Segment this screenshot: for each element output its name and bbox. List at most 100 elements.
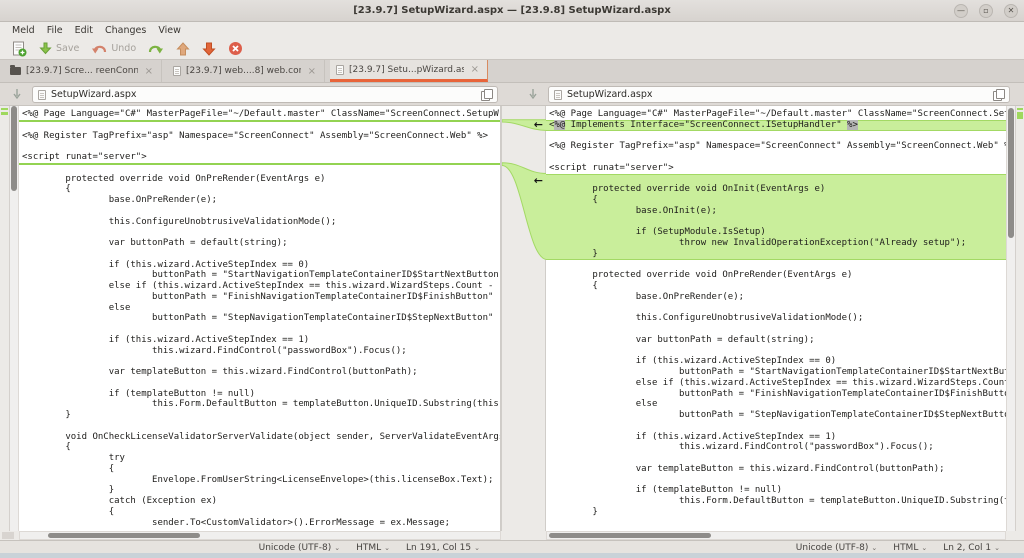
copy-icon[interactable] xyxy=(481,89,492,100)
undo-button[interactable]: Undo xyxy=(85,40,142,57)
previous-change-button[interactable] xyxy=(170,40,196,58)
code-line xyxy=(546,346,1006,357)
code-line: Envelope.FromUserString<LicenseEnvelope>… xyxy=(19,475,500,486)
code-line: { xyxy=(19,184,500,195)
tab-close-icon[interactable]: × xyxy=(306,66,318,77)
code-line: base.OnPreRender(e); xyxy=(19,195,500,206)
code-line: } xyxy=(19,485,500,496)
code-line xyxy=(546,303,1006,314)
left-code-pane[interactable]: <%@ Page Language="C#" MasterPageFile="~… xyxy=(19,106,501,531)
folder-icon xyxy=(10,67,21,75)
left-horizontal-scrollbar[interactable] xyxy=(19,531,501,540)
desktop-panel-edge xyxy=(0,553,1024,558)
right-horizontal-scrollbar[interactable] xyxy=(546,531,1006,540)
code-line: this.wizard.FindControl("passwordBox").F… xyxy=(546,442,1006,453)
right-diff-map[interactable] xyxy=(1015,106,1024,531)
tab-close-icon[interactable]: × xyxy=(469,64,481,75)
right-file-entry[interactable]: SetupWizard.aspx xyxy=(548,86,1010,103)
tab-screenconnect-folder[interactable]: [23.9.7] Scre... reenConnect × xyxy=(4,60,162,82)
right-code-pane[interactable]: <%@ Page Language="C#" MasterPageFile="~… xyxy=(546,106,1006,531)
code-line: else if (this.wizard.ActiveStepIndex == … xyxy=(546,378,1006,389)
scrollbar-thumb[interactable] xyxy=(11,106,17,191)
code-line xyxy=(19,378,500,389)
redo-button[interactable] xyxy=(142,40,170,57)
code-line: protected override void OnPreRender(Even… xyxy=(19,174,500,185)
code-line: sender.To<CustomValidator>().ErrorMessag… xyxy=(19,518,500,529)
new-document-icon xyxy=(12,41,27,57)
menu-changes[interactable]: Changes xyxy=(99,24,152,37)
code-line xyxy=(546,324,1006,335)
goto-line-arrow-icon[interactable] xyxy=(528,88,538,101)
code-line: if (this.wizard.ActiveStepIndex == 0) xyxy=(546,356,1006,367)
next-change-button[interactable] xyxy=(196,40,222,58)
right-filename: SetupWizard.aspx xyxy=(567,89,988,100)
left-filename: SetupWizard.aspx xyxy=(51,89,476,100)
left-syntax-dropdown[interactable]: HTML ⌄ xyxy=(356,543,390,553)
arrow-up-icon xyxy=(176,42,190,56)
save-button[interactable]: Save xyxy=(33,40,85,57)
left-diff-map[interactable] xyxy=(0,106,10,531)
save-icon xyxy=(39,42,52,55)
left-vertical-scrollbar[interactable] xyxy=(10,106,19,531)
code-line: <%@ Page Language="C#" MasterPageFile="~… xyxy=(19,109,500,120)
code-line: base.OnInit(e); xyxy=(546,206,1006,217)
tab-label: [23.9.7] Setu...pWizard.aspx xyxy=(349,65,464,75)
code-line: protected override void OnPreRender(Even… xyxy=(546,270,1006,281)
code-line: buttonPath = "FinishNavigationTemplateCo… xyxy=(19,292,500,303)
code-line: { xyxy=(19,464,500,475)
code-line xyxy=(546,421,1006,432)
tab-webconfig[interactable]: [23.9.7] web....8] web.config × xyxy=(167,60,325,82)
code-line xyxy=(19,324,500,335)
code-line: if (this.wizard.ActiveStepIndex == 1) xyxy=(546,432,1006,443)
code-line: buttonPath = "StepNavigationTemplateCont… xyxy=(19,313,500,324)
maximize-button[interactable]: ▫ xyxy=(979,4,993,18)
file-icon xyxy=(173,66,181,76)
menu-edit[interactable]: Edit xyxy=(69,24,99,37)
syntax-value: HTML xyxy=(893,543,918,553)
scrollbar-thumb[interactable] xyxy=(48,533,200,538)
close-window-button[interactable]: ✕ xyxy=(1004,4,1018,18)
merge-change-left-arrow[interactable]: ← xyxy=(534,175,543,186)
new-comparison-button[interactable] xyxy=(6,39,33,59)
undo-icon xyxy=(91,42,107,55)
scrollbar-thumb[interactable] xyxy=(1008,108,1014,238)
code-line: } xyxy=(546,249,1006,260)
code-line: else if (this.wizard.ActiveStepIndex == … xyxy=(19,281,500,292)
code-line: else xyxy=(19,303,500,314)
right-vertical-scrollbar[interactable] xyxy=(1006,106,1015,531)
stop-button[interactable] xyxy=(222,39,249,58)
tab-label: [23.9.7] Scre... reenConnect xyxy=(26,66,138,76)
code-line: catch (Exception ex) xyxy=(19,496,500,507)
scrollbar-thumb[interactable] xyxy=(549,533,711,538)
right-cursor-position-dropdown[interactable]: Ln 2, Col 1 ⌄ xyxy=(943,543,1000,553)
right-syntax-dropdown[interactable]: HTML ⌄ xyxy=(893,543,927,553)
file-header-row: SetupWizard.aspx SetupWizard.aspx xyxy=(0,83,1024,106)
diff-area: <%@ Page Language="C#" MasterPageFile="~… xyxy=(0,106,1024,531)
menu-view[interactable]: View xyxy=(152,24,187,37)
goto-line-arrow-icon[interactable] xyxy=(12,88,22,101)
copy-icon[interactable] xyxy=(993,89,1004,100)
file-icon xyxy=(38,90,46,100)
undo-label: Undo xyxy=(111,43,136,54)
tab-setupwizard-active[interactable]: [23.9.7] Setu...pWizard.aspx × xyxy=(330,60,488,82)
right-encoding-dropdown[interactable]: Unicode (UTF-8) ⌄ xyxy=(796,543,878,553)
code-line: if (SetupModule.IsSetup) xyxy=(546,227,1006,238)
code-line: { xyxy=(546,281,1006,292)
left-cursor-position-dropdown[interactable]: Ln 191, Col 15 ⌄ xyxy=(406,543,480,553)
left-file-entry[interactable]: SetupWizard.aspx xyxy=(32,86,498,103)
chevron-down-icon: ⌄ xyxy=(474,544,480,552)
file-icon xyxy=(554,90,562,100)
menu-file[interactable]: File xyxy=(41,24,69,37)
code-line: var buttonPath = default(string); xyxy=(546,335,1006,346)
merge-change-left-arrow[interactable]: ← xyxy=(534,119,543,130)
tab-close-icon[interactable]: × xyxy=(143,66,155,77)
code-line: protected override void OnInit(EventArgs… xyxy=(546,184,1006,195)
code-line: buttonPath = "StartNavigationTemplateCon… xyxy=(546,367,1006,378)
minimize-button[interactable]: — xyxy=(954,4,968,18)
left-encoding-dropdown[interactable]: Unicode (UTF-8) ⌄ xyxy=(259,543,341,553)
code-line: } xyxy=(19,410,500,421)
code-line: if (this.wizard.ActiveStepIndex == 0) xyxy=(19,260,500,271)
cursor-position: Ln 2, Col 1 xyxy=(943,543,991,553)
menu-meld[interactable]: Meld xyxy=(6,24,41,37)
code-line: this.ConfigureUnobtrusiveValidationMode(… xyxy=(546,313,1006,324)
